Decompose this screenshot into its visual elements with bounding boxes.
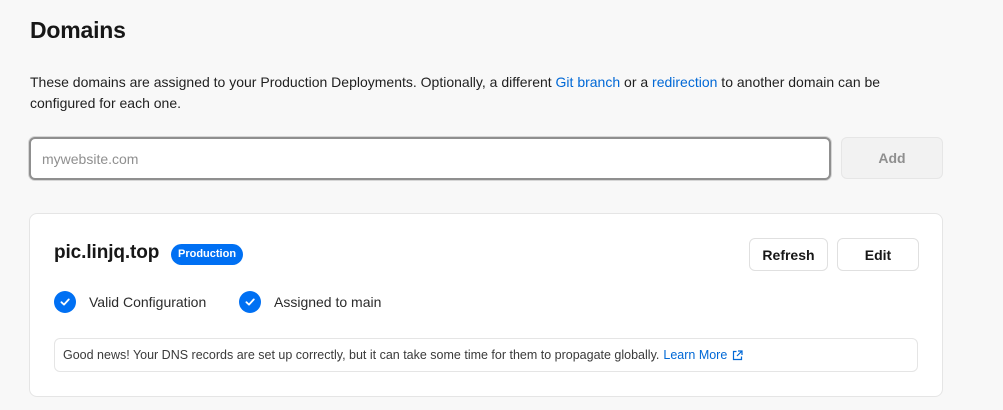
learn-more-link[interactable]: Learn More (663, 348, 743, 362)
domain-input[interactable] (29, 137, 831, 180)
page-description: These domains are assigned to your Produ… (30, 72, 930, 114)
learn-more-label: Learn More (663, 348, 728, 362)
redirection-link[interactable]: redirection (652, 74, 717, 90)
domain-name: pic.linjq.top (54, 242, 160, 263)
check-circle-icon (54, 291, 76, 313)
edit-button[interactable]: Edit (837, 238, 919, 271)
check-circle-icon (239, 291, 261, 313)
refresh-button[interactable]: Refresh (749, 238, 828, 271)
add-domain-button[interactable]: Add (841, 137, 943, 179)
external-link-icon (732, 349, 743, 361)
status-valid-configuration: Valid Configuration (54, 291, 206, 313)
domains-page: Domains These domains are assigned to yo… (0, 0, 1003, 410)
status-assigned-branch: Assigned to main (239, 291, 381, 313)
page-title: Domains (30, 17, 126, 43)
dns-info-note: Good news! Your DNS records are set up c… (54, 338, 918, 372)
description-text-middle: or a (620, 74, 653, 90)
domain-card: pic.linjq.top Production Refresh Edit Va… (29, 213, 943, 397)
dns-note-text: Good news! Your DNS records are set up c… (63, 348, 660, 362)
git-branch-link[interactable]: Git branch (556, 74, 621, 90)
description-text-before: These domains are assigned to your Produ… (30, 74, 556, 90)
status-label: Assigned to main (274, 294, 382, 310)
status-label: Valid Configuration (89, 294, 207, 310)
production-badge: Production (171, 244, 244, 265)
